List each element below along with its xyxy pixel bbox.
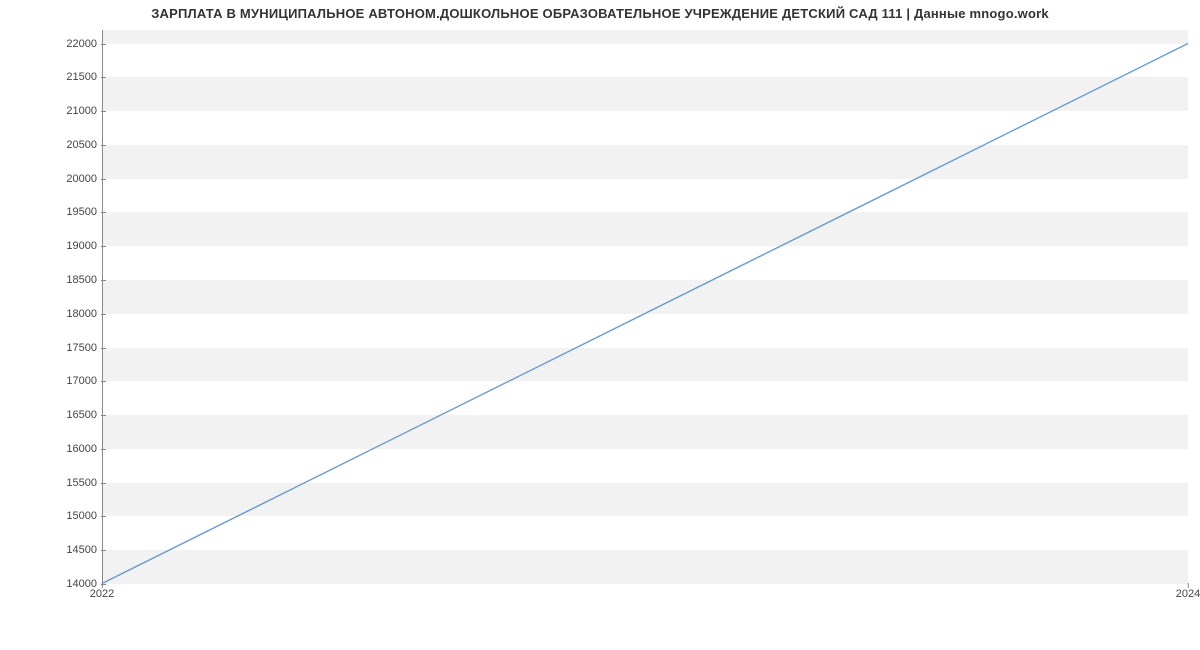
y-tick-label: 21500	[57, 71, 97, 83]
x-tick-label: 2022	[90, 588, 114, 600]
y-tick-label: 20000	[57, 173, 97, 185]
y-tick-label: 15500	[57, 477, 97, 489]
plot-area	[102, 30, 1188, 584]
y-tick-label: 20500	[57, 139, 97, 151]
salary-chart: ЗАРПЛАТА В МУНИЦИПАЛЬНОЕ АВТОНОМ.ДОШКОЛЬ…	[0, 0, 1200, 620]
chart-title: ЗАРПЛАТА В МУНИЦИПАЛЬНОЕ АВТОНОМ.ДОШКОЛЬ…	[0, 6, 1200, 21]
y-tick-label: 17500	[57, 342, 97, 354]
y-tick-label: 19500	[57, 206, 97, 218]
x-tick-label: 2024	[1176, 588, 1200, 600]
y-tick-label: 16500	[57, 409, 97, 421]
y-tick-label: 18000	[57, 308, 97, 320]
y-tick-label: 15000	[57, 510, 97, 522]
y-tick-label: 17000	[57, 375, 97, 387]
y-tick-label: 19000	[57, 240, 97, 252]
y-tick-label: 14500	[57, 544, 97, 556]
y-tick-label: 21000	[57, 105, 97, 117]
data-line	[103, 30, 1188, 583]
y-tick-label: 22000	[57, 38, 97, 50]
y-tick-label: 18500	[57, 274, 97, 286]
y-tick-label: 16000	[57, 443, 97, 455]
